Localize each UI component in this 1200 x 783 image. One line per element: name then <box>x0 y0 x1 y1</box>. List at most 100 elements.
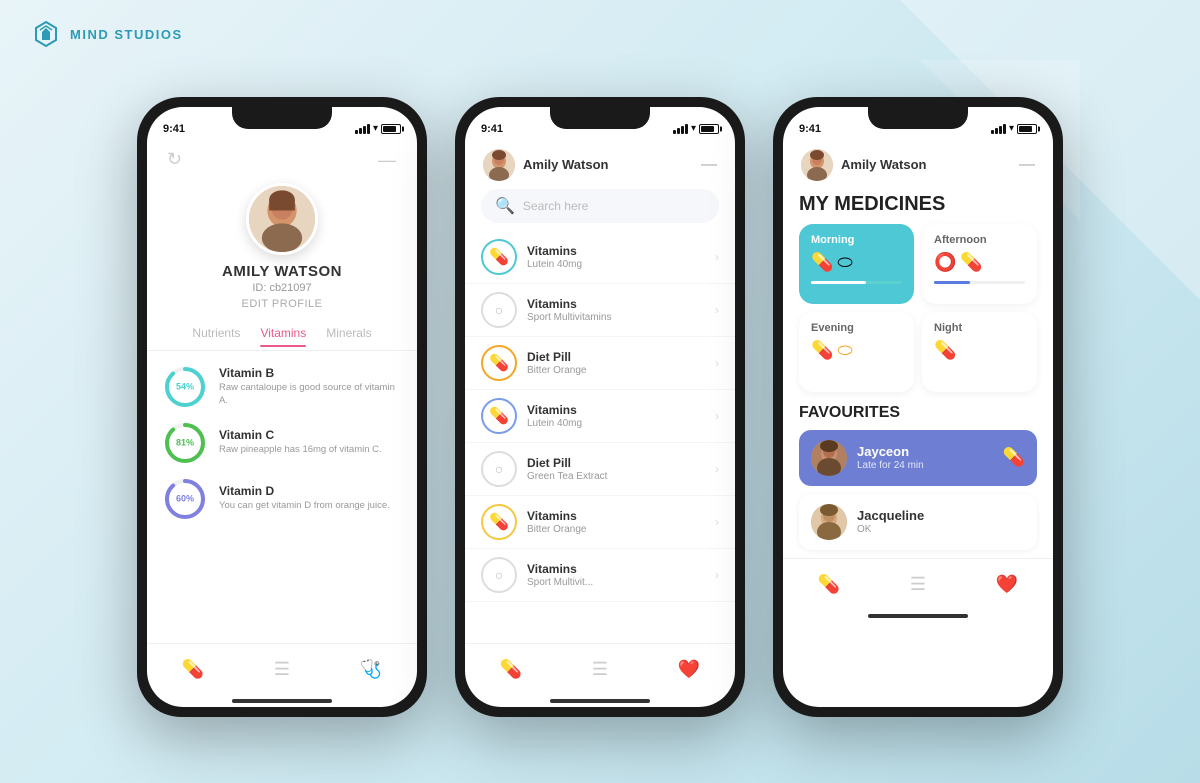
signal-icon-3 <box>991 124 1006 134</box>
med-name-3: Diet Pill <box>527 350 705 364</box>
nav-pill-1[interactable]: 💊 <box>182 659 204 680</box>
med-info-6: Vitamins Bitter Orange <box>517 509 715 535</box>
med-name-1: Vitamins <box>527 244 705 258</box>
medicine-item-7[interactable]: ○ Vitamins Sport Multivit... › <box>465 549 735 602</box>
nutrient-desc-d: You can get vitamin D from orange juice. <box>219 500 401 512</box>
medicine-item-1[interactable]: 💊 Vitamins Lutein 40mg › <box>465 231 735 284</box>
status-icons-2: ▾ <box>673 123 719 134</box>
medicine-item-2[interactable]: ○ Vitamins Sport Multivitamins › <box>465 284 735 337</box>
nav-heart-2[interactable]: ❤️ <box>678 659 700 680</box>
p1-nutrient-items: 54% Vitamin B Raw cantaloupe is good sou… <box>147 351 417 643</box>
notch-1 <box>232 107 332 129</box>
med-name-6: Vitamins <box>527 509 705 523</box>
refresh-icon[interactable]: ↻ <box>167 149 191 173</box>
med-name-5: Diet Pill <box>527 456 705 470</box>
afternoon-pill-1: ⭕ <box>934 252 956 273</box>
afternoon-label: Afternoon <box>934 234 1025 246</box>
med-info-3: Diet Pill Bitter Orange <box>517 350 715 376</box>
nutrient-info-b: Vitamin B Raw cantaloupe is good source … <box>219 366 401 407</box>
schedule-evening[interactable]: Evening 💊 ⬭ <box>799 312 914 392</box>
p1-tabs: Nutrients Vitamins Minerals <box>147 318 417 351</box>
fav-item-jayceon[interactable]: Jayceon Late for 24 min 💊 <box>799 430 1037 486</box>
p2-header: Amily Watson — <box>465 143 735 189</box>
ring-b: 54% <box>163 365 207 409</box>
schedule-morning[interactable]: Morning 💊 ⬭ <box>799 224 914 304</box>
nutrient-name-c: Vitamin C <box>219 428 401 442</box>
afternoon-progress <box>934 281 1025 284</box>
fav-info-jacqueline: Jacqueline OK <box>857 508 1025 535</box>
fav-avatar-jayceon <box>811 440 847 476</box>
notch-3 <box>868 107 968 129</box>
medicine-item-5[interactable]: ○ Diet Pill Green Tea Extract › <box>465 443 735 496</box>
nav-list-1[interactable]: ☰ <box>274 659 290 680</box>
favourites-list: Jayceon Late for 24 min 💊 <box>783 430 1053 558</box>
logo-area: MIND STUDIOS <box>30 18 183 50</box>
nutrient-item-d: 60% Vitamin D You can get vitamin D from… <box>163 471 401 527</box>
med-sub-3: Bitter Orange <box>527 365 705 376</box>
phone1-content: ↻ — <box>147 143 417 695</box>
tab-nutrients[interactable]: Nutrients <box>192 326 240 346</box>
p1-id: ID: cb21097 <box>252 282 311 294</box>
p3-header: Amily Watson — <box>783 143 1053 189</box>
med-info-5: Diet Pill Green Tea Extract <box>517 456 715 482</box>
edit-profile-link[interactable]: EDIT PROFILE <box>242 298 323 310</box>
search-bar[interactable]: 🔍 Search here <box>481 189 719 223</box>
p1-profile: AMILY WATSON ID: cb21097 EDIT PROFILE <box>147 183 417 318</box>
fav-pill-jayceon: 💊 <box>1003 447 1025 468</box>
schedule-afternoon[interactable]: Afternoon ⭕ 💊 <box>922 224 1037 304</box>
signal-icon-2 <box>673 124 688 134</box>
fav-info-jayceon: Jayceon Late for 24 min <box>857 444 993 471</box>
medicine-item-3[interactable]: 💊 Diet Pill Bitter Orange › <box>465 337 735 390</box>
tab-minerals[interactable]: Minerals <box>326 326 371 346</box>
menu-icon-2[interactable]: — <box>701 156 717 174</box>
home-indicator-2 <box>550 699 650 703</box>
ring-c: 81% <box>163 421 207 465</box>
screen-1: 9:41 ▾ ↻ — <box>147 107 417 707</box>
night-label: Night <box>934 322 1025 334</box>
phone-1: 9:41 ▾ ↻ — <box>137 97 427 717</box>
morning-label: Morning <box>811 234 902 246</box>
afternoon-pills: ⭕ 💊 <box>934 252 1025 273</box>
nav-heart-3[interactable]: ❤️ <box>996 574 1018 595</box>
p3-user-info: Amily Watson <box>801 149 926 181</box>
afternoon-pill-2: 💊 <box>960 252 982 273</box>
schedule-night[interactable]: Night 💊 <box>922 312 1037 392</box>
screen-3: 9:41 ▾ <box>783 107 1053 707</box>
med-sub-1: Lutein 40mg <box>527 259 705 270</box>
ring-d: 60% <box>163 477 207 521</box>
fav-item-jacqueline[interactable]: Jacqueline OK <box>799 494 1037 550</box>
nutrient-info-c: Vitamin C Raw pineapple has 16mg of vita… <box>219 428 401 456</box>
chevron-6: › <box>715 515 719 529</box>
nav-pill-2[interactable]: 💊 <box>500 659 522 680</box>
tab-vitamins[interactable]: Vitamins <box>260 326 306 346</box>
med-icon-6: 💊 <box>481 504 517 540</box>
phone-3: 9:41 ▾ <box>773 97 1063 717</box>
evening-pills: 💊 ⬭ <box>811 340 902 361</box>
fav-name-jayceon: Jayceon <box>857 444 993 459</box>
nutrient-item-b: 54% Vitamin B Raw cantaloupe is good sou… <box>163 359 401 415</box>
p3-username: Amily Watson <box>841 157 926 172</box>
wifi-icon-1: ▾ <box>373 123 378 134</box>
fav-avatar-jacqueline <box>811 504 847 540</box>
p2-user-info: Amily Watson <box>483 149 608 181</box>
med-name-4: Vitamins <box>527 403 705 417</box>
morning-progress <box>811 281 902 284</box>
chevron-7: › <box>715 568 719 582</box>
morning-pills: 💊 ⬭ <box>811 252 902 273</box>
favourites-title: FAVOURITES <box>783 400 1053 430</box>
menu-icon-3[interactable]: — <box>1019 156 1035 174</box>
home-indicator-3 <box>868 614 968 618</box>
night-pills: 💊 <box>934 340 1025 361</box>
p1-name: AMILY WATSON <box>222 263 342 280</box>
nav-pill-3[interactable]: 💊 <box>818 574 840 595</box>
medicine-item-4[interactable]: 💊 Vitamins Lutein 40mg › <box>465 390 735 443</box>
menu-icon-1[interactable]: — <box>378 150 397 171</box>
nav-list-2[interactable]: ☰ <box>592 659 608 680</box>
nav-heart-1[interactable]: 🩺 <box>360 659 382 680</box>
chevron-4: › <box>715 409 719 423</box>
nav-list-3[interactable]: ☰ <box>910 574 926 595</box>
med-icon-5: ○ <box>481 451 517 487</box>
medicine-item-6[interactable]: 💊 Vitamins Bitter Orange › <box>465 496 735 549</box>
med-sub-6: Bitter Orange <box>527 524 705 535</box>
fav-name-jacqueline: Jacqueline <box>857 508 1025 523</box>
